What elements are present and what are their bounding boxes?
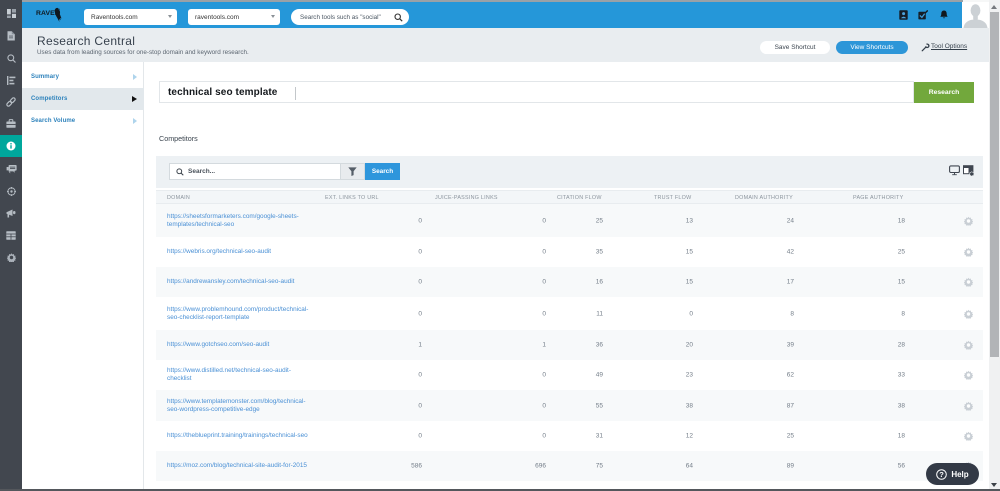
svg-text:?: ? (940, 469, 945, 478)
